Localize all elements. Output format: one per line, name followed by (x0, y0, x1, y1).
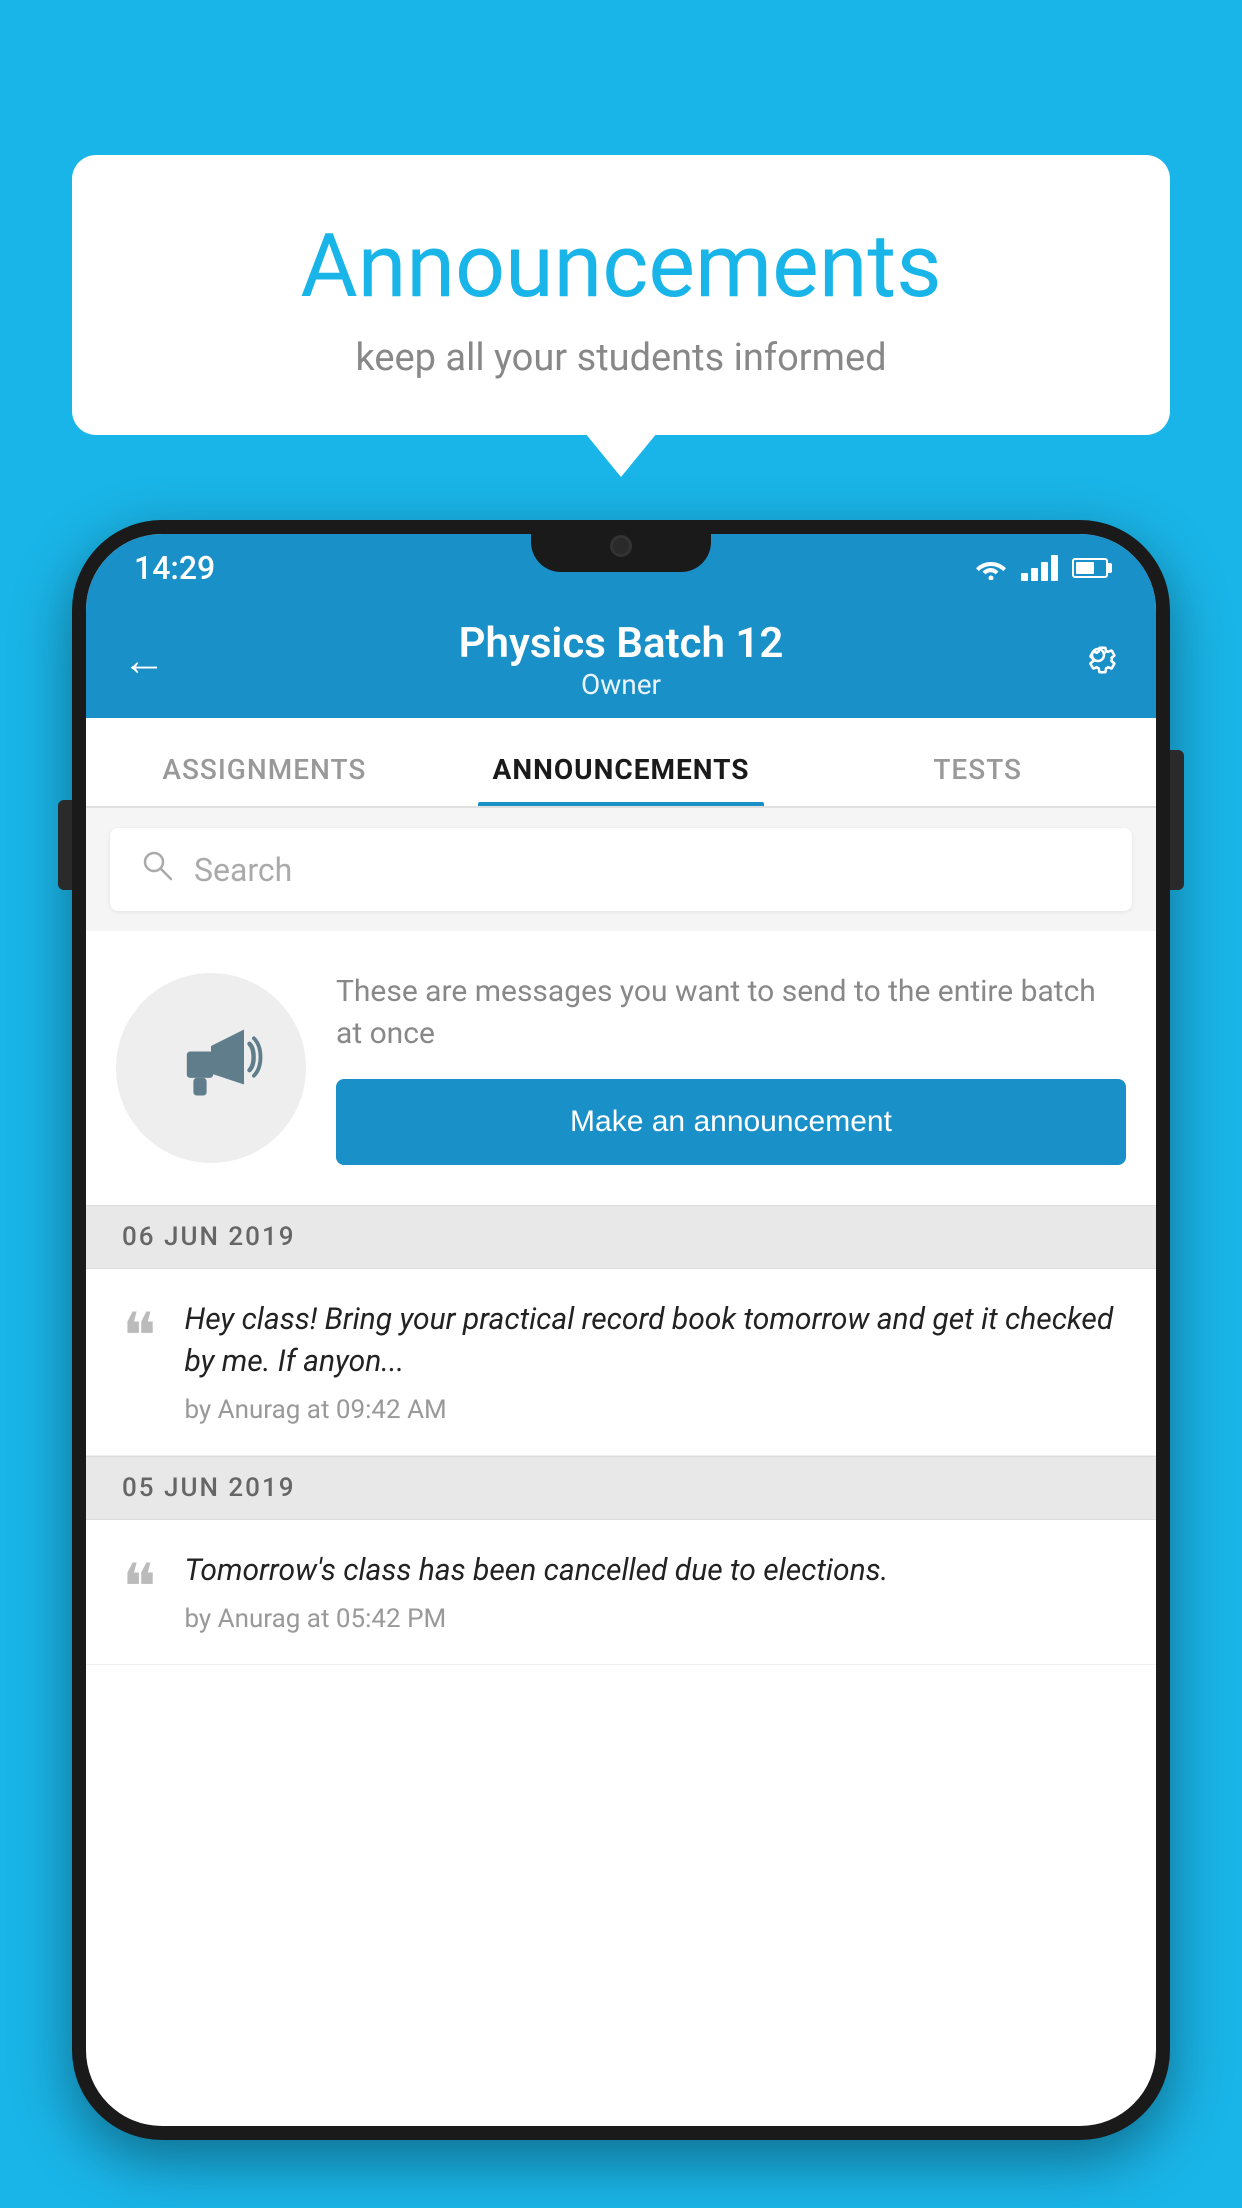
promo-right: These are messages you want to send to t… (336, 971, 1126, 1165)
announcement-item-1[interactable]: ❝ Hey class! Bring your practical record… (86, 1269, 1156, 1456)
status-time: 14:29 (134, 549, 215, 587)
megaphone-icon (156, 1013, 266, 1123)
quote-icon-1: ❝ (122, 1305, 156, 1369)
bubble-title: Announcements (132, 215, 1110, 318)
announcement-text-2: Tomorrow's class has been cancelled due … (184, 1550, 1120, 1592)
app-header: ← Physics Batch 12 Owner (86, 602, 1156, 718)
status-icons (975, 555, 1108, 581)
announcement-item-2[interactable]: ❝ Tomorrow's class has been cancelled du… (86, 1520, 1156, 1665)
search-bar[interactable]: Search (110, 828, 1132, 911)
wifi-icon (975, 556, 1007, 580)
tab-tests[interactable]: TESTS (799, 753, 1156, 806)
gear-icon (1076, 633, 1120, 677)
signal-icon (1021, 555, 1058, 581)
header-subtitle: Owner (459, 668, 784, 701)
bubble-subtitle: keep all your students informed (132, 336, 1110, 380)
settings-button[interactable] (1076, 633, 1120, 687)
content-area: Search (86, 808, 1156, 1665)
make-announcement-button[interactable]: Make an announcement (336, 1079, 1126, 1165)
quote-icon-2: ❝ (122, 1556, 156, 1620)
date-separator-1: 06 JUN 2019 (86, 1205, 1156, 1269)
promo-icon-circle (116, 973, 306, 1163)
back-button[interactable]: ← (122, 634, 166, 686)
header-center: Physics Batch 12 Owner (459, 619, 784, 701)
speech-bubble: Announcements keep all your students inf… (72, 155, 1170, 435)
promo-section: These are messages you want to send to t… (86, 931, 1156, 1205)
promo-description: These are messages you want to send to t… (336, 971, 1126, 1055)
search-placeholder: Search (194, 851, 292, 889)
phone-outer: 14:29 (72, 520, 1170, 2140)
phone-container: 14:29 (72, 520, 1170, 2208)
battery-fill (1076, 562, 1094, 574)
date-separator-2: 05 JUN 2019 (86, 1456, 1156, 1520)
announcement-meta-1: by Anurag at 09:42 AM (184, 1395, 1120, 1425)
battery-icon (1072, 558, 1108, 578)
announcement-meta-2: by Anurag at 05:42 PM (184, 1604, 1120, 1634)
tabs-container: ASSIGNMENTS ANNOUNCEMENTS TESTS (86, 718, 1156, 808)
speech-bubble-section: Announcements keep all your students inf… (72, 155, 1170, 435)
header-title: Physics Batch 12 (459, 619, 784, 668)
announcement-content-1: Hey class! Bring your practical record b… (184, 1299, 1120, 1425)
tab-assignments[interactable]: ASSIGNMENTS (86, 753, 443, 806)
phone-screen: 14:29 (86, 534, 1156, 2126)
announcement-content-2: Tomorrow's class has been cancelled due … (184, 1550, 1120, 1634)
search-icon (140, 848, 174, 891)
tab-announcements[interactable]: ANNOUNCEMENTS (443, 753, 800, 806)
phone-notch (531, 520, 711, 572)
front-camera (610, 535, 632, 557)
announcement-text-1: Hey class! Bring your practical record b… (184, 1299, 1120, 1383)
